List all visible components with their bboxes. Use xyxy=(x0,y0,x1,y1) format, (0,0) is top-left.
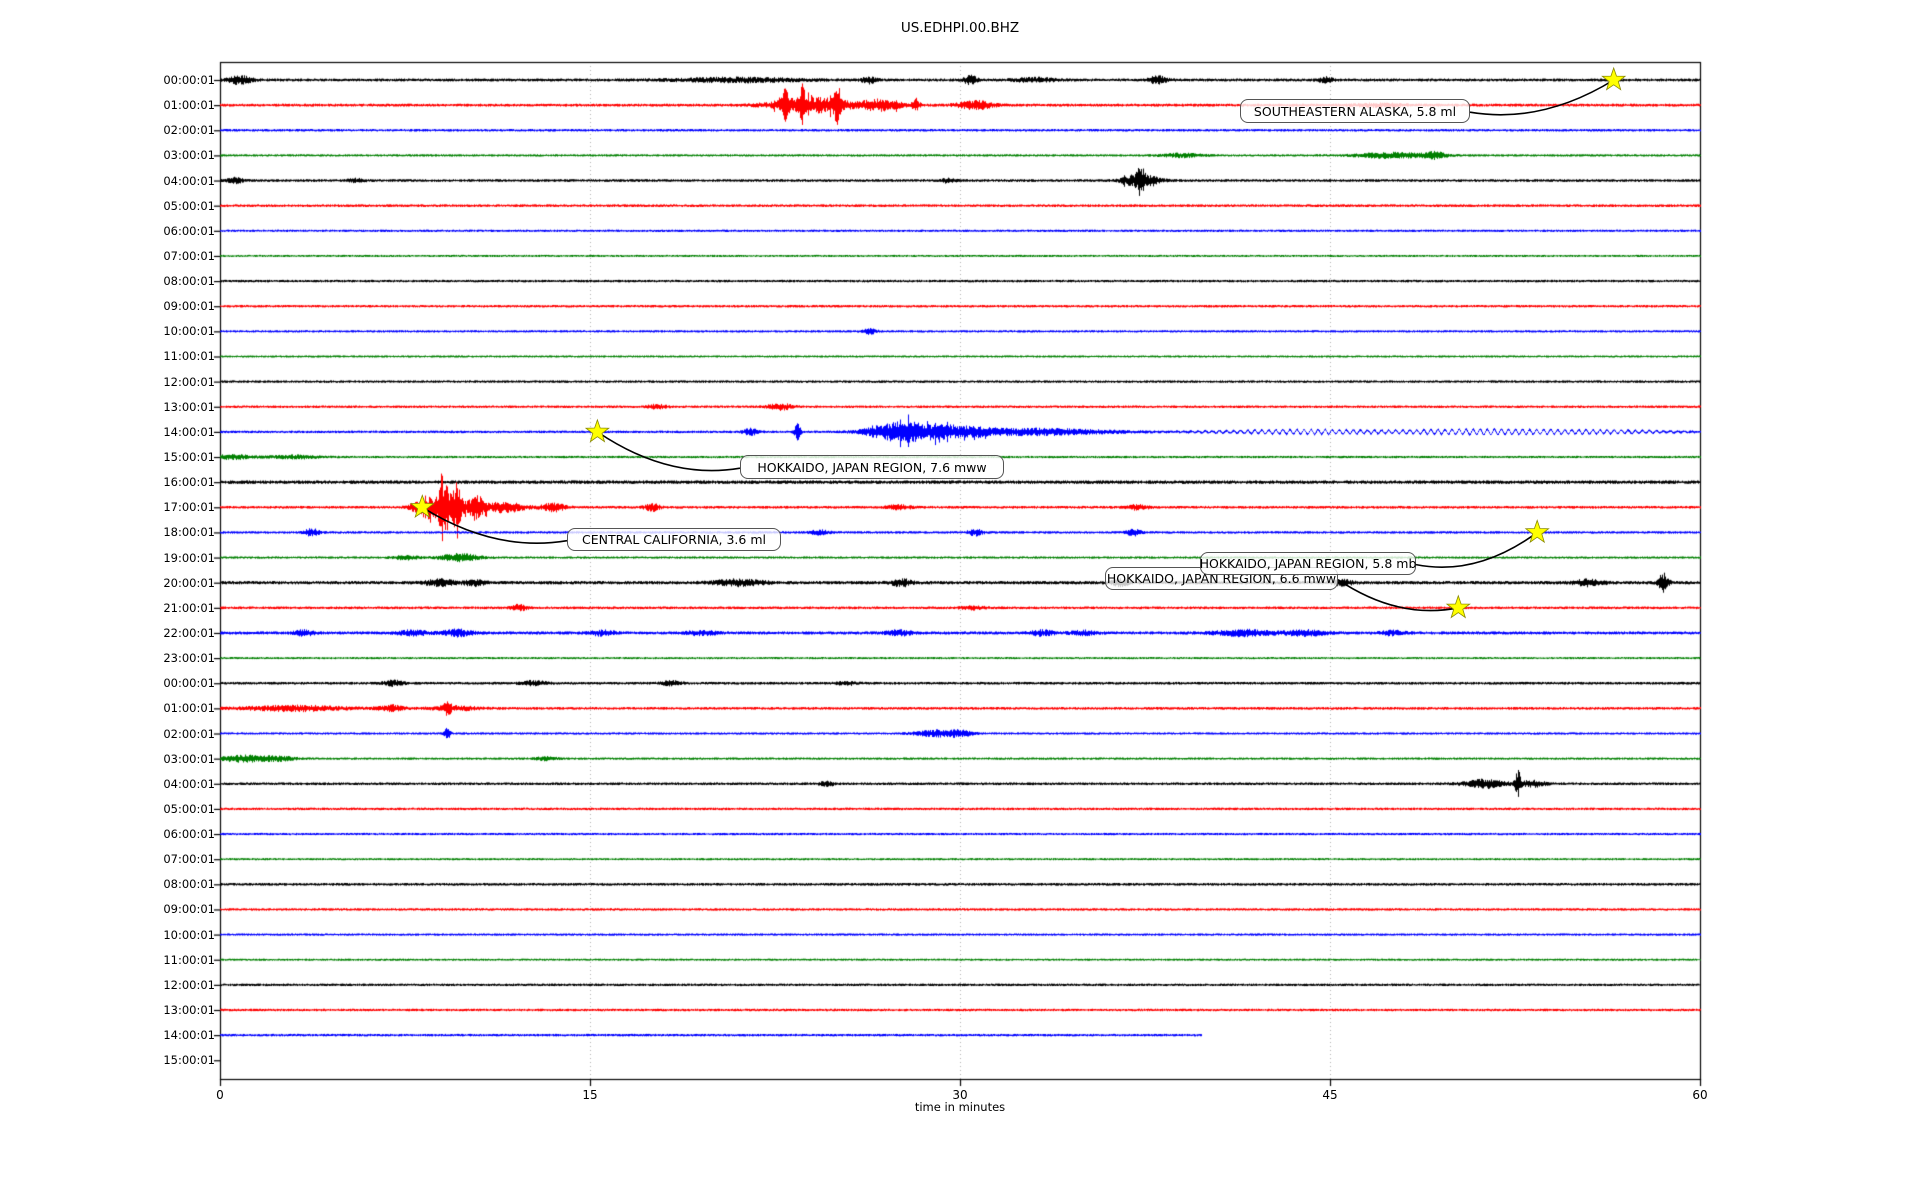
event-annotation-box: CENTRAL CALIFORNIA, 3.6 ml xyxy=(567,528,781,551)
event-annotation-box: HOKKAIDO, JAPAN REGION, 7.6 mww xyxy=(740,455,1004,479)
event-annotation-box: HOKKAIDO, JAPAN REGION, 5.8 mb xyxy=(1200,552,1416,575)
x-axis-title: time in minutes xyxy=(914,1100,1006,1114)
row-time-label: 00:00:01 xyxy=(163,676,215,691)
row-time-label: 06:00:01 xyxy=(163,827,215,842)
row-time-label: 05:00:01 xyxy=(163,801,215,816)
row-time-label: 12:00:01 xyxy=(163,374,215,389)
row-time-label: 20:00:01 xyxy=(163,575,215,590)
row-time-label: 09:00:01 xyxy=(163,299,215,314)
row-time-label: 04:00:01 xyxy=(163,776,215,791)
row-time-label: 18:00:01 xyxy=(163,525,215,540)
row-time-label: 04:00:01 xyxy=(163,173,215,188)
row-time-label: 21:00:01 xyxy=(163,600,215,615)
row-time-label: 14:00:01 xyxy=(163,1028,215,1043)
row-time-label: 22:00:01 xyxy=(163,625,215,640)
row-time-label: 16:00:01 xyxy=(163,475,215,490)
event-annotation-box: SOUTHEASTERN ALASKA, 5.8 ml xyxy=(1240,99,1470,123)
row-time-label: 15:00:01 xyxy=(163,1053,215,1068)
row-time-label: 08:00:01 xyxy=(163,274,215,289)
row-time-label: 07:00:01 xyxy=(163,852,215,867)
row-time-label: 00:00:01 xyxy=(163,73,215,87)
row-time-label: 13:00:01 xyxy=(163,1002,215,1017)
row-time-label: 09:00:01 xyxy=(163,902,215,917)
row-time-label: 11:00:01 xyxy=(163,349,215,364)
row-time-label: 15:00:01 xyxy=(163,450,215,465)
row-time-label: 13:00:01 xyxy=(163,399,215,414)
row-time-label: 17:00:01 xyxy=(163,500,215,515)
row-time-label: 02:00:01 xyxy=(163,123,215,138)
seismogram-dayplot: US.EDHPI.00.BHZ 00:00:01 01:00:01 02:00:01… xyxy=(0,0,1920,1200)
row-time-label: 02:00:01 xyxy=(163,726,215,741)
row-time-label: 03:00:01 xyxy=(163,148,215,163)
row-time-label: 10:00:01 xyxy=(163,927,215,942)
row-time-label: 07:00:01 xyxy=(163,248,215,263)
row-time-label: 14:00:01 xyxy=(163,424,215,439)
row-time-label: 10:00:01 xyxy=(163,324,215,339)
row-time-label: 06:00:01 xyxy=(163,223,215,238)
row-time-label: 11:00:01 xyxy=(163,952,215,967)
row-time-label: 08:00:01 xyxy=(163,877,215,892)
row-time-label: 01:00:01 xyxy=(163,98,215,113)
row-time-label: 03:00:01 xyxy=(163,751,215,766)
row-time-label: 01:00:01 xyxy=(163,701,215,716)
row-time-label: 05:00:01 xyxy=(163,198,215,213)
seismogram-canvas xyxy=(0,0,1920,1200)
row-time-label: 19:00:01 xyxy=(163,550,215,565)
row-time-label: 23:00:01 xyxy=(163,651,215,666)
row-time-label: 12:00:01 xyxy=(163,977,215,992)
plot-title: US.EDHPI.00.BHZ xyxy=(900,20,1020,36)
